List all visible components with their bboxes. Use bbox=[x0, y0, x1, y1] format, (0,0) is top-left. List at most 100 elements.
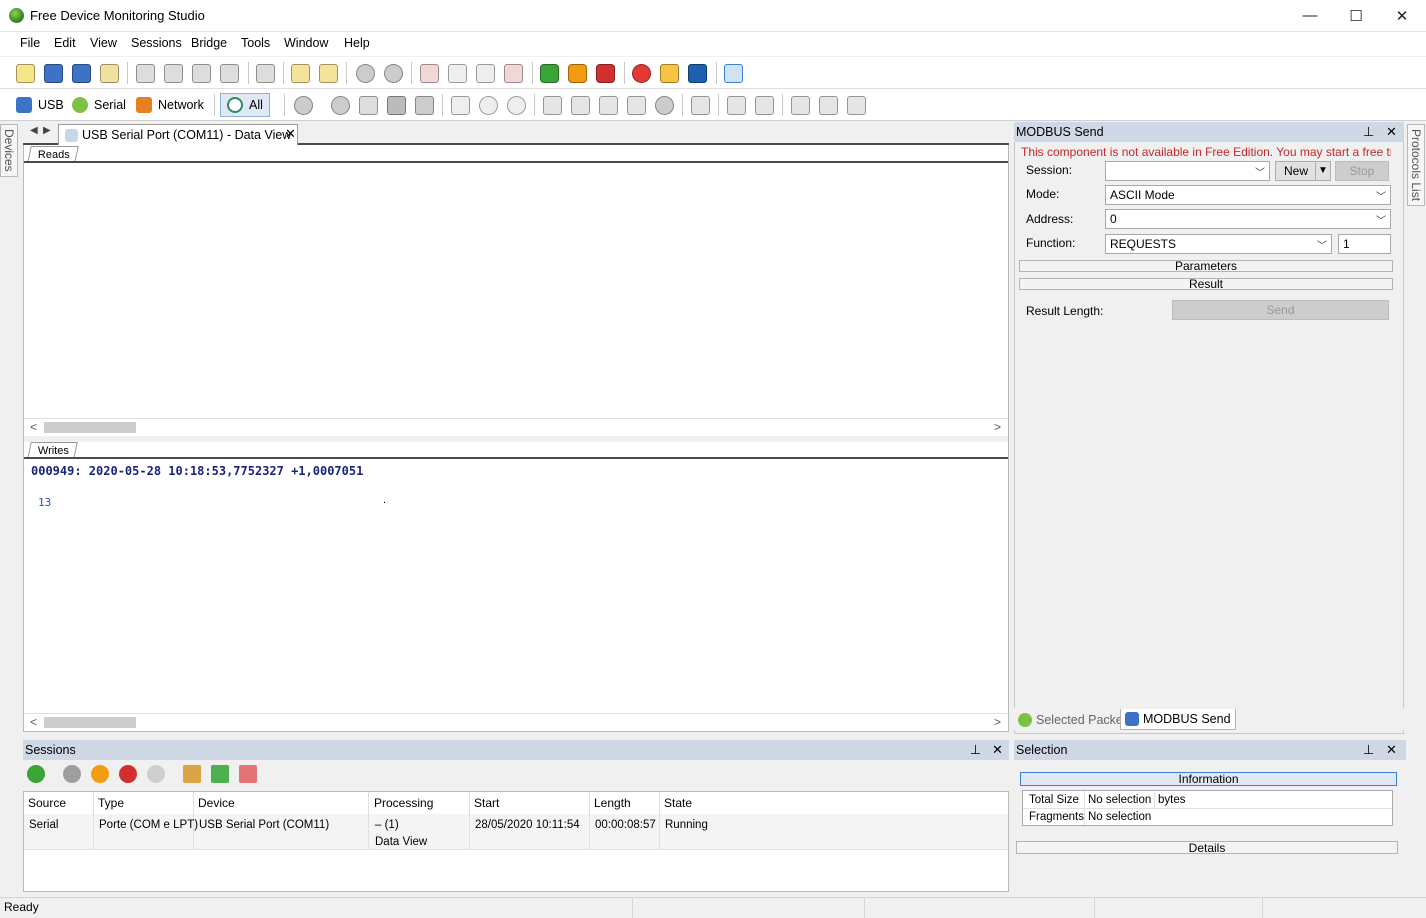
mail-icon[interactable] bbox=[791, 96, 810, 115]
close-panel-icon[interactable]: ✕ bbox=[1386, 742, 1397, 758]
pin-icon[interactable]: ⊥ bbox=[970, 742, 981, 758]
devices-tab[interactable]: Devices bbox=[0, 124, 18, 177]
pin-icon[interactable]: ⊥ bbox=[1363, 742, 1374, 758]
minimize-button[interactable]: — bbox=[1287, 0, 1333, 31]
writes-horizontal-scrollbar[interactable]: < > bbox=[24, 713, 1008, 730]
sort-icon[interactable] bbox=[359, 96, 378, 115]
col-source[interactable]: Source bbox=[28, 796, 66, 810]
windows-icon[interactable] bbox=[688, 64, 707, 83]
stop-icon[interactable] bbox=[596, 64, 615, 83]
paste-special-icon[interactable] bbox=[220, 64, 239, 83]
session-start-icon[interactable] bbox=[63, 765, 81, 783]
select-add-icon[interactable] bbox=[571, 96, 590, 115]
cluster-icon[interactable] bbox=[655, 96, 674, 115]
menu-view[interactable]: View bbox=[90, 36, 117, 50]
close-window-button[interactable]: ✕ bbox=[1379, 0, 1425, 31]
session-stop-icon[interactable] bbox=[119, 765, 137, 783]
pause-icon[interactable] bbox=[568, 64, 587, 83]
add-icon[interactable] bbox=[211, 765, 229, 783]
graph-icon[interactable] bbox=[727, 96, 746, 115]
writes-pane[interactable] bbox=[24, 459, 1008, 713]
menu-tools[interactable]: Tools bbox=[241, 36, 270, 50]
session-settings-icon[interactable] bbox=[27, 765, 45, 783]
bookmark-icon[interactable] bbox=[451, 96, 470, 115]
reads-horizontal-scrollbar[interactable]: < > bbox=[24, 418, 1008, 435]
scroll-right-icon[interactable]: > bbox=[994, 420, 1001, 434]
scroll-thumb[interactable] bbox=[44, 717, 136, 728]
col-state[interactable]: State bbox=[664, 796, 692, 810]
remove-icon[interactable] bbox=[239, 765, 257, 783]
new-session-button[interactable]: New ▼ bbox=[1275, 161, 1331, 181]
compress-icon[interactable] bbox=[691, 96, 710, 115]
menu-help[interactable]: Help bbox=[344, 36, 370, 50]
next-icon[interactable] bbox=[507, 96, 526, 115]
result-section[interactable]: Result bbox=[1019, 277, 1393, 291]
stop-button[interactable]: Stop bbox=[1335, 161, 1389, 181]
tab-modbus-send[interactable]: MODBUS Send bbox=[1120, 709, 1236, 730]
col-device[interactable]: Device bbox=[198, 796, 235, 810]
hierarchy-icon[interactable] bbox=[256, 64, 275, 83]
scroll-left-icon[interactable]: < bbox=[30, 715, 37, 729]
tab-selected-packet[interactable]: Selected Packet bbox=[1014, 709, 1130, 730]
close-panel-icon[interactable]: ✕ bbox=[992, 742, 1003, 758]
details-section[interactable]: Details bbox=[1016, 841, 1398, 855]
close-panel-icon[interactable]: ✕ bbox=[1386, 124, 1397, 140]
mail-send-icon[interactable] bbox=[819, 96, 838, 115]
send-button[interactable]: Send bbox=[1172, 300, 1389, 320]
cut-icon[interactable] bbox=[136, 64, 155, 83]
scroll-right-icon[interactable]: > bbox=[994, 715, 1001, 729]
select-all-icon[interactable] bbox=[627, 96, 646, 115]
all-button[interactable]: All bbox=[220, 93, 270, 117]
menu-edit[interactable]: Edit bbox=[54, 36, 76, 50]
save-icon[interactable] bbox=[44, 64, 63, 83]
col-type[interactable]: Type bbox=[98, 796, 124, 810]
filter-edit-icon[interactable] bbox=[384, 64, 403, 83]
menu-window[interactable]: Window bbox=[284, 36, 328, 50]
save-as-icon[interactable] bbox=[72, 64, 91, 83]
tab-scroll-left-icon[interactable]: ◀ bbox=[30, 125, 38, 136]
edit-file-green-icon[interactable] bbox=[319, 64, 338, 83]
copy-icon[interactable] bbox=[164, 64, 183, 83]
col-length[interactable]: Length bbox=[594, 796, 631, 810]
protocols-list-tab[interactable]: Protocols List bbox=[1407, 124, 1425, 207]
session-close-icon[interactable] bbox=[476, 64, 495, 83]
script-icon[interactable] bbox=[724, 64, 743, 83]
tab-data-view[interactable]: USB Serial Port (COM11) - Data View bbox=[58, 124, 298, 145]
network-button[interactable]: Network bbox=[136, 93, 204, 117]
pattern-icon[interactable] bbox=[387, 96, 406, 115]
menu-sessions[interactable]: Sessions bbox=[131, 36, 182, 50]
mail-forward-icon[interactable] bbox=[847, 96, 866, 115]
address-select[interactable]: 0 ﹀ bbox=[1105, 209, 1391, 229]
scroll-left-icon[interactable]: < bbox=[30, 420, 37, 434]
cell-processing[interactable]: – (1) bbox=[375, 819, 399, 831]
settings-icon[interactable] bbox=[660, 64, 679, 83]
filter-icon[interactable] bbox=[356, 64, 375, 83]
group-dropdown-icon[interactable] bbox=[294, 96, 313, 115]
usb-button[interactable]: USB bbox=[16, 93, 64, 117]
edit-file-icon[interactable] bbox=[291, 64, 310, 83]
session-columns-icon[interactable] bbox=[183, 765, 201, 783]
tab-scroll-right-icon[interactable]: ▶ bbox=[43, 125, 51, 136]
session-close-icon[interactable] bbox=[147, 765, 165, 783]
cell-processing-data-view[interactable]: Data View bbox=[375, 836, 427, 848]
select-remove-icon[interactable] bbox=[599, 96, 618, 115]
export-icon[interactable] bbox=[415, 96, 434, 115]
paste-icon[interactable] bbox=[192, 64, 211, 83]
parameters-section[interactable]: Parameters bbox=[1019, 259, 1393, 273]
close-file-icon[interactable] bbox=[100, 64, 119, 83]
information-section[interactable]: Information bbox=[1020, 772, 1397, 786]
session-select[interactable]: ﹀ bbox=[1105, 161, 1270, 181]
scroll-thumb[interactable] bbox=[44, 422, 136, 433]
start-icon[interactable] bbox=[540, 64, 559, 83]
col-start[interactable]: Start bbox=[474, 796, 499, 810]
options-icon[interactable] bbox=[632, 64, 651, 83]
dropdown-arrow-icon[interactable]: ▼ bbox=[1315, 162, 1330, 180]
col-processing[interactable]: Processing bbox=[374, 796, 433, 810]
serial-button[interactable]: Serial bbox=[72, 93, 126, 117]
session-pause-icon[interactable] bbox=[91, 765, 109, 783]
maximize-button[interactable]: ☐ bbox=[1333, 0, 1379, 31]
graph-curve-icon[interactable] bbox=[755, 96, 774, 115]
menu-bridge[interactable]: Bridge bbox=[191, 36, 227, 50]
group-icon[interactable] bbox=[331, 96, 350, 115]
prev-icon[interactable] bbox=[479, 96, 498, 115]
